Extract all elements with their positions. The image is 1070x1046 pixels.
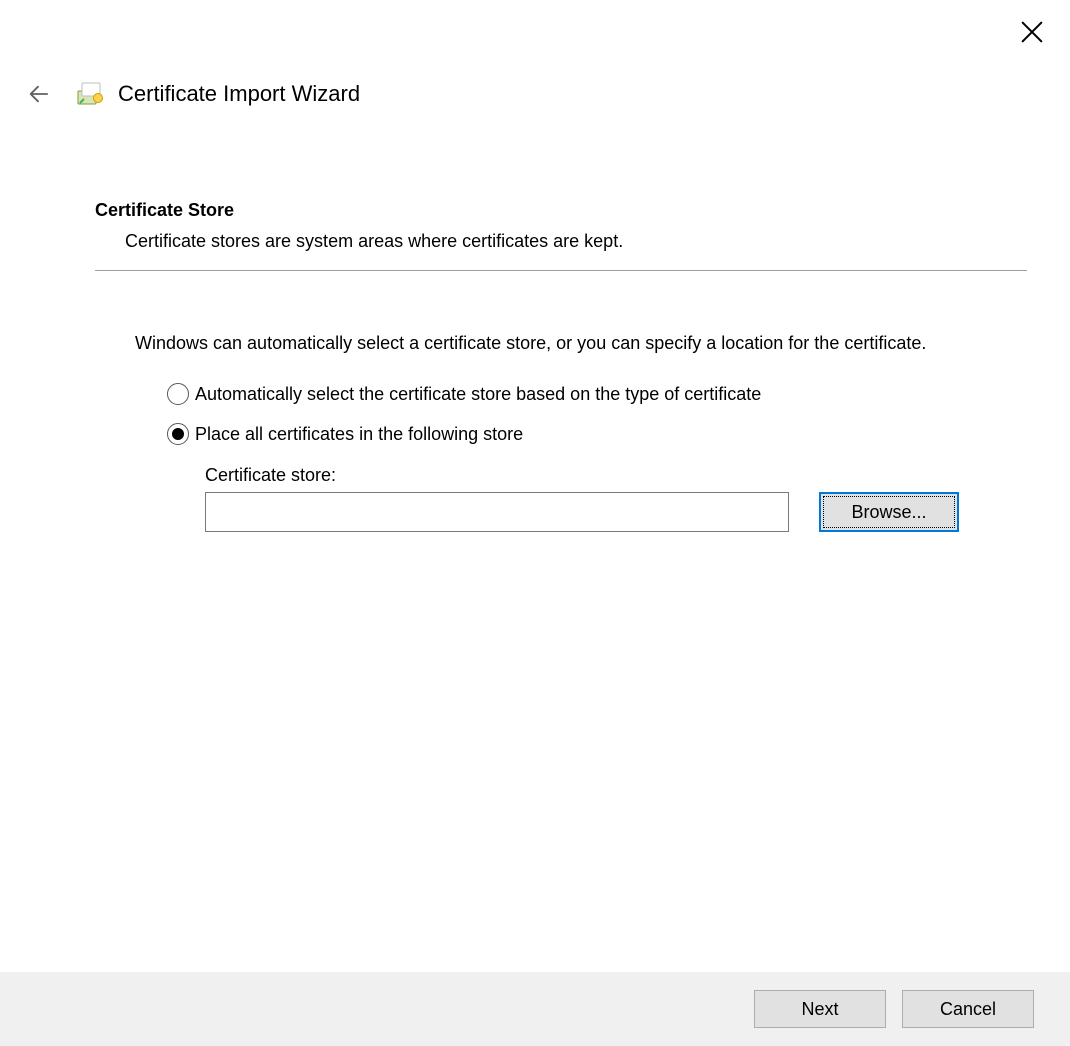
form-body: Windows can automatically select a certi… [135, 331, 1005, 532]
certificate-wizard-icon [76, 81, 106, 107]
browse-button[interactable]: Browse... [819, 492, 959, 532]
back-button[interactable] [20, 76, 56, 112]
section-heading: Certificate Store [95, 200, 1030, 221]
wizard-footer: Next Cancel [0, 972, 1070, 1046]
instruction-text: Windows can automatically select a certi… [135, 331, 1005, 355]
section-description: Certificate stores are system areas wher… [125, 231, 1030, 252]
radio-dot-icon [172, 428, 184, 440]
store-label: Certificate store: [205, 465, 1005, 486]
close-icon[interactable] [1018, 18, 1046, 46]
radio-auto[interactable] [167, 383, 189, 405]
divider [95, 270, 1027, 271]
radio-place[interactable] [167, 423, 189, 445]
wizard-header: Certificate Import Wizard [16, 74, 1054, 114]
store-area: Certificate store: Browse... [205, 465, 1005, 532]
certificate-store-input[interactable] [205, 492, 789, 532]
radio-auto-label: Automatically select the certificate sto… [195, 384, 761, 405]
radio-auto-row[interactable]: Automatically select the certificate sto… [167, 383, 1005, 405]
next-button[interactable]: Next [754, 990, 886, 1028]
radio-place-row[interactable]: Place all certificates in the following … [167, 423, 1005, 445]
cancel-button[interactable]: Cancel [902, 990, 1034, 1028]
radio-place-label: Place all certificates in the following … [195, 424, 523, 445]
arrow-left-icon [27, 83, 49, 105]
wizard-window: Certificate Import Wizard Certificate St… [0, 0, 1070, 1046]
wizard-content: Certificate Store Certificate stores are… [95, 200, 1030, 532]
wizard-title: Certificate Import Wizard [118, 81, 360, 107]
